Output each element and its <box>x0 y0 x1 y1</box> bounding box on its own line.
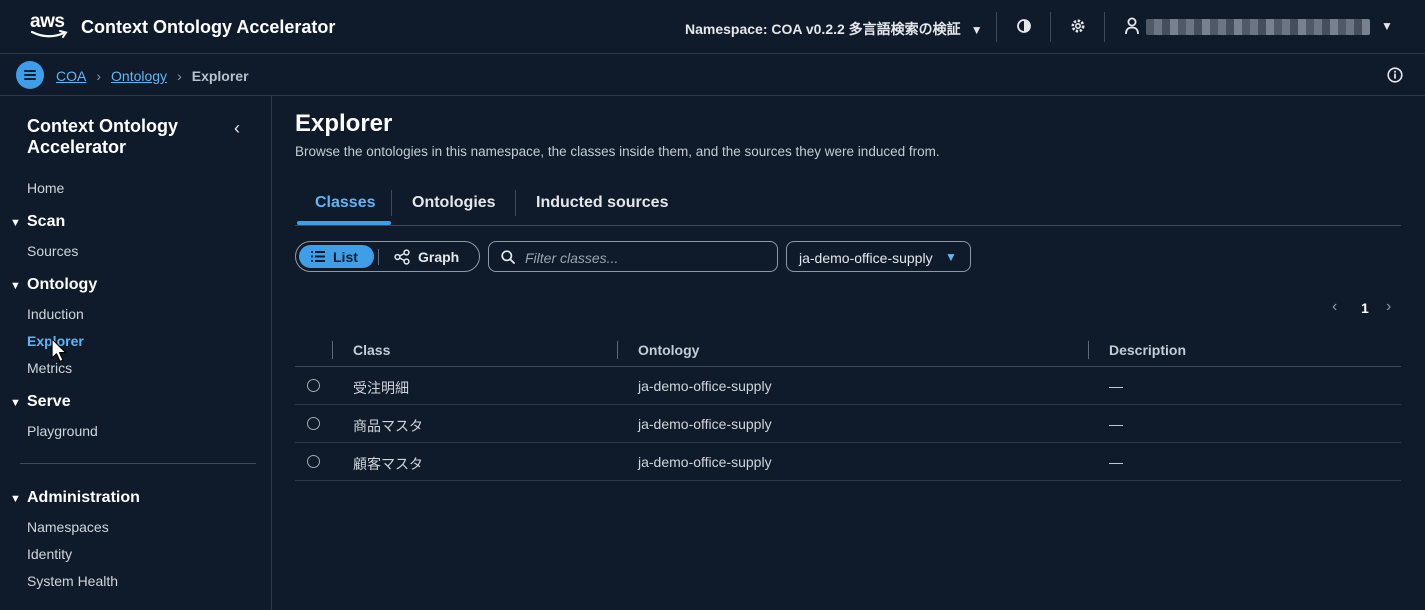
cell-description: — <box>1109 378 1123 394</box>
chevron-right-icon[interactable]: › <box>1386 298 1391 316</box>
sidebar-item-home[interactable]: Home <box>27 180 64 196</box>
caret-down-icon: ▼ <box>945 250 957 264</box>
search-icon <box>501 250 515 264</box>
breadcrumb-bar: COA › Ontology › Explorer <box>0 54 1425 96</box>
breadcrumb-current: Explorer <box>191 68 249 84</box>
page-title: Explorer <box>295 110 393 137</box>
mouse-cursor-icon <box>51 338 67 363</box>
cell-ontology: ja-demo-office-supply <box>638 416 772 432</box>
filter-classes-input[interactable] <box>523 247 767 269</box>
filter-classes-field <box>488 241 778 272</box>
row-select-radio[interactable] <box>307 417 320 430</box>
column-resize-handle[interactable] <box>617 341 618 359</box>
divider <box>1104 12 1105 42</box>
divider <box>1050 12 1051 42</box>
chevron-left-icon[interactable]: ‹ <box>1332 298 1337 316</box>
top-navigation: aws Context Ontology Accelerator Namespa… <box>0 0 1425 54</box>
table-header: Class Ontology Description <box>295 333 1401 367</box>
column-header-ontology[interactable]: Ontology <box>638 342 699 358</box>
view-toggle: List Graph <box>295 241 480 272</box>
tab-ontologies[interactable]: Ontologies <box>412 194 496 212</box>
menu-icon[interactable] <box>16 61 44 89</box>
column-resize-handle[interactable] <box>1088 341 1089 359</box>
cell-class: 受注明細 <box>353 380 409 396</box>
page-number[interactable]: 1 <box>1361 300 1369 316</box>
sidebar-section-serve[interactable]: ▼ Serve <box>10 393 71 411</box>
sidebar-item-identity[interactable]: Identity <box>27 546 72 562</box>
theme-toggle-icon[interactable] <box>1016 18 1032 34</box>
table-row[interactable]: 顧客マスタ ja-demo-office-supply — <box>295 443 1401 481</box>
tab-inducted-sources[interactable]: Inducted sources <box>536 194 668 212</box>
gear-icon[interactable] <box>1070 18 1086 34</box>
cell-class: 商品マスタ <box>353 418 423 434</box>
column-header-description[interactable]: Description <box>1109 342 1186 358</box>
cell-description: — <box>1109 454 1123 470</box>
breadcrumb-ontology[interactable]: Ontology <box>111 68 167 84</box>
caret-down-icon[interactable]: ▼ <box>1381 19 1393 33</box>
tab-bar: Classes Ontologies Inducted sources <box>295 186 1401 226</box>
divider <box>20 463 256 464</box>
cell-description: — <box>1109 416 1123 432</box>
sidebar-item-induction[interactable]: Induction <box>27 306 84 322</box>
aws-logo[interactable]: aws <box>30 11 72 41</box>
divider <box>515 190 516 216</box>
sidebar-section-ontology[interactable]: ▼ Ontology <box>10 276 97 294</box>
caret-down-icon: ▼ <box>10 397 21 409</box>
column-header-class[interactable]: Class <box>353 342 390 358</box>
breadcrumb-coa[interactable]: COA <box>56 68 86 84</box>
page-description: Browse the ontologies in this namespace,… <box>295 144 940 159</box>
breadcrumb: COA › Ontology › Explorer <box>56 68 249 84</box>
ontology-select-value: ja-demo-office-supply <box>799 250 933 266</box>
table-row[interactable]: 受注明細 ja-demo-office-supply — <box>295 367 1401 405</box>
sidebar-item-sources[interactable]: Sources <box>27 243 78 259</box>
side-navigation: Context Ontology Accelerator ‹ Home ▼ Sca… <box>0 96 272 610</box>
app-title[interactable]: Context Ontology Accelerator <box>81 17 335 38</box>
share-graph-icon[interactable] <box>394 249 410 265</box>
sidebar-item-playground[interactable]: Playground <box>27 423 98 439</box>
row-select-radio[interactable] <box>307 379 320 392</box>
cell-class: 顧客マスタ <box>353 456 423 472</box>
sidebar-item-system-health[interactable]: System Health <box>27 573 118 589</box>
sidebar-section-scan[interactable]: ▼ Scan <box>10 213 65 231</box>
caret-down-icon: ▼ <box>10 217 21 229</box>
caret-down-icon: ▼ <box>10 280 21 292</box>
side-nav-title[interactable]: Context Ontology Accelerator <box>27 116 227 158</box>
divider <box>378 249 379 265</box>
sidebar-section-administration[interactable]: ▼ Administration <box>10 489 140 507</box>
sidebar-item-namespaces[interactable]: Namespaces <box>27 519 109 535</box>
namespace-label: Namespace: COA v0.2.2 多言語検索の検証 <box>685 21 961 37</box>
divider <box>996 12 997 42</box>
cell-ontology: ja-demo-office-supply <box>638 378 772 394</box>
aws-smile-icon <box>30 30 68 38</box>
user-icon[interactable] <box>1124 17 1140 35</box>
tab-classes[interactable]: Classes <box>315 194 376 212</box>
list-view-label[interactable]: List <box>333 249 358 265</box>
pagination: ‹ 1 › <box>1328 298 1403 320</box>
list-icon <box>311 251 325 262</box>
chevron-right-icon: › <box>177 68 182 84</box>
graph-view-button[interactable]: Graph <box>418 249 459 265</box>
user-name-redacted[interactable] <box>1146 19 1370 35</box>
tab-active-indicator <box>297 221 391 225</box>
divider <box>391 190 392 216</box>
collapse-icon[interactable]: ‹ <box>234 118 240 139</box>
cell-ontology: ja-demo-office-supply <box>638 454 772 470</box>
row-select-radio[interactable] <box>307 455 320 468</box>
namespace-selector[interactable]: Namespace: COA v0.2.2 多言語検索の検証 ▼ <box>685 19 983 39</box>
caret-down-icon: ▼ <box>970 23 983 37</box>
divider <box>332 341 333 359</box>
info-icon[interactable] <box>1387 67 1403 83</box>
caret-down-icon: ▼ <box>10 493 21 505</box>
ontology-select[interactable]: ja-demo-office-supply ▼ <box>786 241 971 272</box>
table-row[interactable]: 商品マスタ ja-demo-office-supply — <box>295 405 1401 443</box>
chevron-right-icon: › <box>96 68 102 84</box>
